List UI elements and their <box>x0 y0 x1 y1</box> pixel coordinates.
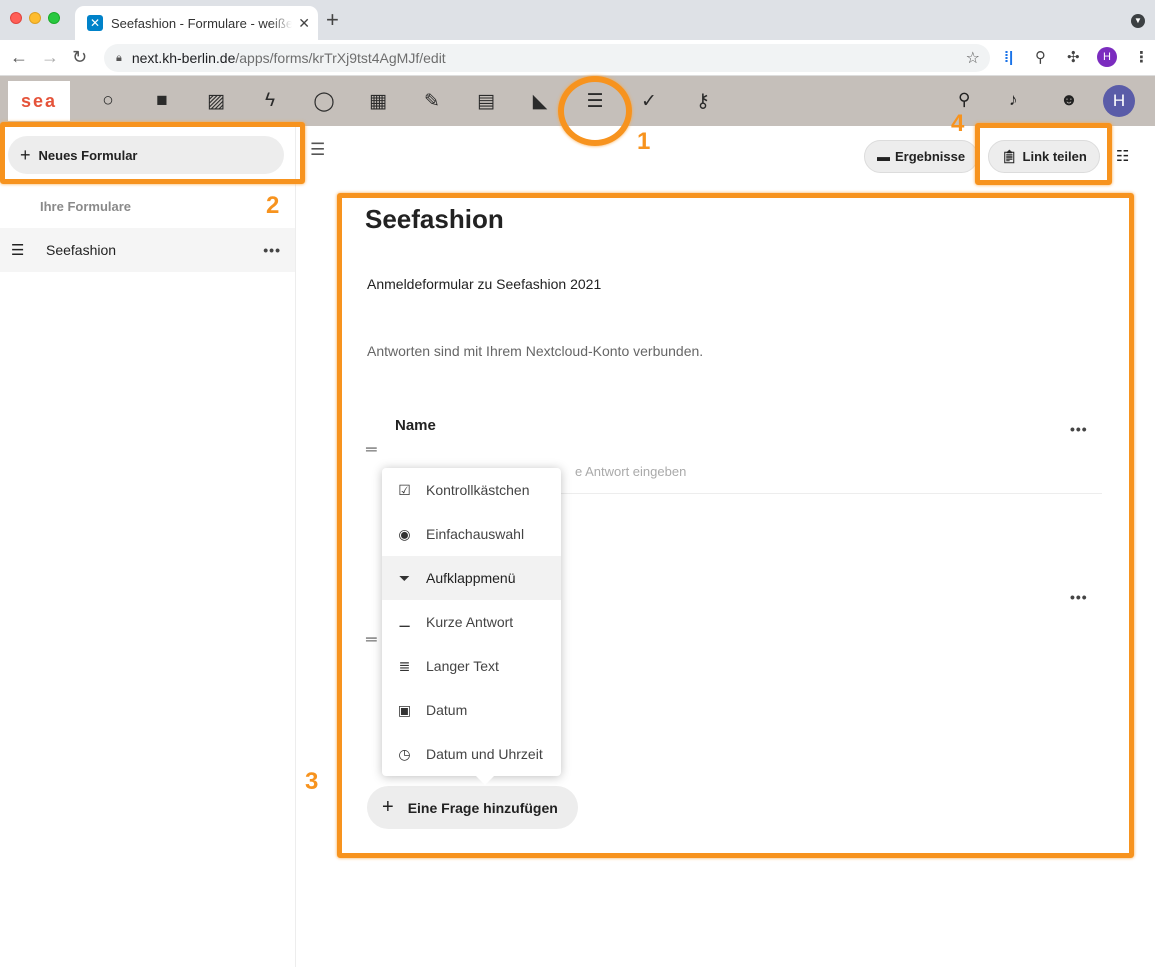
back-arrow-icon[interactable]: ← <box>10 46 28 68</box>
calendar-icon[interactable]: ▦ <box>365 88 391 114</box>
forward-arrow-icon[interactable]: → <box>41 46 59 68</box>
sidebar-item-seefashion[interactable]: ☰ Seefashion ••• <box>0 228 295 272</box>
browser-toolbar: ← → ↻ 🔒︎ next.kh-berlin.de/apps/forms/kr… <box>0 40 1155 76</box>
passwords-key-icon[interactable]: ⚷ <box>690 88 716 114</box>
annotation-number: 2 <box>266 192 280 219</box>
lock-icon: 🔒︎ <box>116 51 122 64</box>
tab-search-icon[interactable]: ▼ <box>1131 14 1145 28</box>
photos-icon[interactable]: ▨ <box>203 88 229 114</box>
notifications-bell-icon[interactable]: ♪ <box>1009 90 1018 110</box>
files-folder-icon[interactable]: ■ <box>149 88 175 114</box>
window-close-button[interactable] <box>10 12 22 24</box>
key-extension-icon[interactable]: ⚲ <box>1035 48 1046 68</box>
bookmark-star-icon[interactable]: ☆ <box>966 48 980 68</box>
tasks-check-icon[interactable]: ✓ <box>636 88 662 114</box>
annotation-number: 3 <box>305 768 319 795</box>
window-minimize-button[interactable] <box>29 12 41 24</box>
deck-icon[interactable]: ▤ <box>473 88 499 114</box>
url-text: next.kh-berlin.de/apps/forms/krTrXj9tst4… <box>131 50 446 66</box>
more-options-icon[interactable]: ••• <box>263 242 281 258</box>
browser-tab-bar: ✕ Seefashion - Formulare - weißensee ✕ +… <box>0 0 1155 40</box>
results-label: Ergebnisse <box>895 149 966 164</box>
tab-title: Seefashion - Formulare - weißensee <box>111 15 293 31</box>
profile-avatar[interactable]: H <box>1097 47 1117 67</box>
sidebar-caption: Ihre Formulare <box>40 199 132 214</box>
navigation-toggle-icon[interactable]: ☰ <box>310 140 325 160</box>
annotation-box-form <box>337 193 1134 858</box>
app-navigation: + Neues Formular Ihre Formulare ☰ Seefas… <box>0 126 296 967</box>
results-button[interactable]: ▬ Ergebnisse <box>864 140 979 173</box>
sidebar-item-label: Seefashion <box>46 242 117 258</box>
annotation-circle-forms <box>558 76 632 146</box>
address-bar[interactable]: 🔒︎ next.kh-berlin.de/apps/forms/krTrXj9t… <box>104 44 990 72</box>
reload-icon[interactable]: ↻ <box>72 46 87 68</box>
activity-lightning-icon[interactable]: ϟ <box>257 88 283 114</box>
notes-pencil-icon[interactable]: ✎ <box>419 88 445 114</box>
annotation-number: 4 <box>951 110 965 137</box>
contacts-icon[interactable]: ☻ <box>1060 90 1078 110</box>
new-tab-button[interactable]: + <box>326 9 339 31</box>
user-avatar[interactable]: H <box>1103 85 1135 117</box>
annotation-box-new-form <box>0 122 305 184</box>
annotation-number: 1 <box>637 128 651 155</box>
browser-menu-icon[interactable]: ⋮ <box>1134 48 1149 68</box>
form-list-icon: ☰ <box>11 242 25 259</box>
comment-icon: ▬ <box>877 149 890 164</box>
sharing-sidebar-icon[interactable]: ☷ <box>1116 147 1129 165</box>
announcements-megaphone-icon[interactable]: ◣ <box>527 88 553 114</box>
extension-icon[interactable]: ⁞| <box>1004 48 1013 68</box>
logo[interactable]: sea <box>8 81 70 121</box>
talk-icon[interactable]: ◯ <box>311 88 337 114</box>
nextcloud-favicon-icon: ✕ <box>87 15 103 31</box>
window-zoom-button[interactable] <box>48 12 60 24</box>
search-icon[interactable]: ⚲ <box>958 90 970 110</box>
tab-close-icon[interactable]: ✕ <box>298 15 310 32</box>
puzzle-extensions-icon[interactable]: ✣ <box>1067 48 1080 68</box>
browser-tab[interactable]: ✕ Seefashion - Formulare - weißensee ✕ <box>75 6 318 40</box>
annotation-box-share <box>975 123 1112 185</box>
dashboard-icon[interactable]: ○ <box>95 88 121 114</box>
